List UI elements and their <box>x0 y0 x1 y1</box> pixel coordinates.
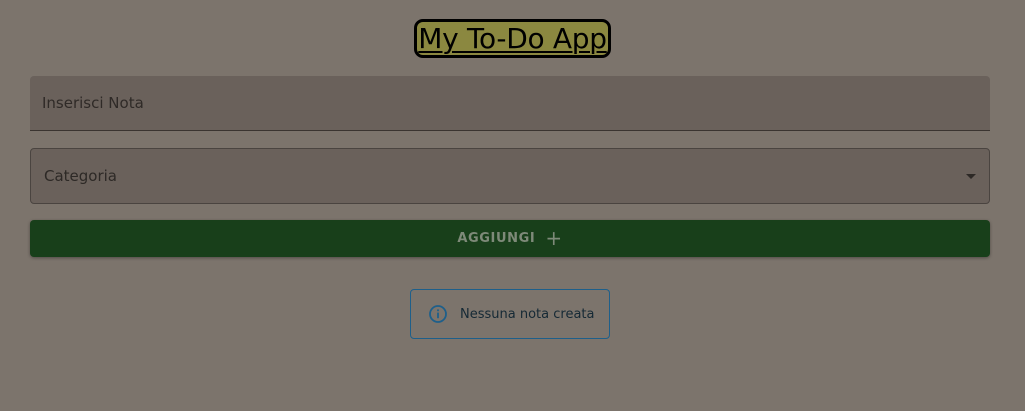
app-title: My To-Do App <box>414 19 611 58</box>
add-button[interactable]: AGGIUNGI + <box>30 220 990 257</box>
note-input[interactable] <box>30 76 990 131</box>
title-container: My To-Do App <box>0 19 1025 58</box>
empty-notes-message: Nessuna nota creata <box>460 306 595 322</box>
category-label: Categoria <box>44 167 118 185</box>
info-icon <box>428 304 448 324</box>
empty-notes-alert: Nessuna nota creata <box>410 289 610 339</box>
plus-icon: + <box>545 225 563 250</box>
add-button-label: AGGIUNGI <box>457 231 536 246</box>
dropdown-arrow-icon <box>966 173 976 179</box>
category-select[interactable]: Categoria <box>30 148 990 204</box>
